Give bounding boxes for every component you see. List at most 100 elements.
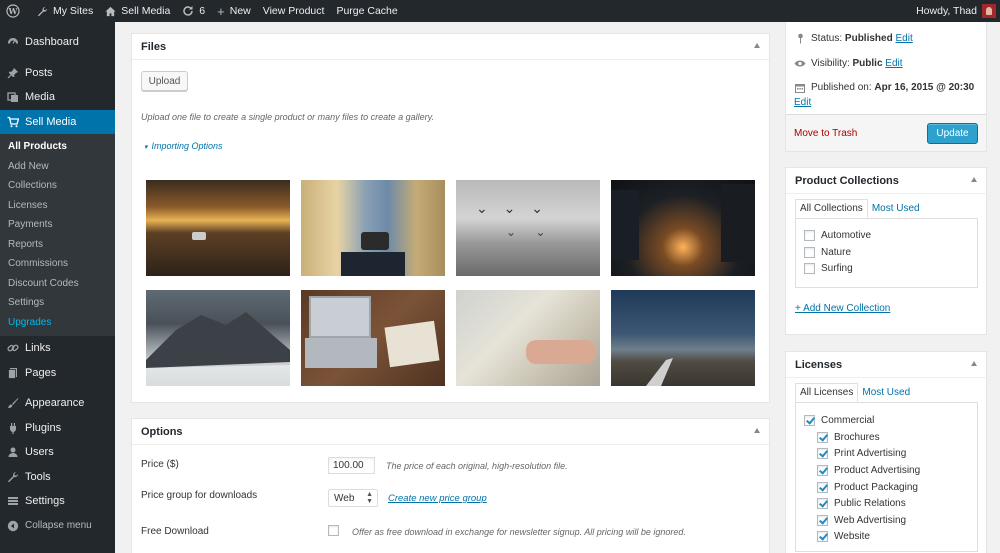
move-to-trash-link[interactable]: Move to Trash [794,128,857,139]
collection-checkbox[interactable] [804,247,815,258]
howdy-label: Howdy, Thad [916,5,977,17]
collapse-arrow-icon[interactable] [754,428,760,433]
purge-cache-link[interactable]: Purge Cache [330,0,403,22]
menu-dashboard[interactable]: Dashboard [0,30,115,55]
visibility-label: Visibility: [811,58,850,69]
gallery-photo-laptop-desk[interactable] [301,290,445,386]
gallery-photo-open-field[interactable] [611,290,755,386]
create-price-group-link[interactable]: Create new price group [388,493,487,504]
license-checkbox[interactable] [817,432,828,443]
license-item[interactable]: Brochures [817,432,880,443]
settings-icon [6,494,20,508]
collapse-menu-button[interactable]: Collapse menu [0,514,115,539]
license-checkbox[interactable] [817,482,828,493]
submenu-add-new[interactable]: Add New [0,157,115,177]
dashboard-icon [6,35,20,49]
free-download-checkbox[interactable] [328,525,339,536]
license-item-parent[interactable]: Commercial [804,415,874,426]
submenu-settings[interactable]: Settings [0,293,115,313]
gallery-photo-map-hands[interactable] [456,290,600,386]
license-checkbox[interactable] [804,415,815,426]
collection-item[interactable]: Surfing [804,263,853,274]
new-content-menu[interactable]: + New [211,0,257,22]
license-checkbox[interactable] [817,531,828,542]
gallery-photo-sunset-road[interactable] [146,180,290,276]
price-group-select[interactable]: Web ▲ ▼ [328,489,378,507]
updates-menu[interactable]: 6 [176,0,211,22]
collapse-arrow-icon[interactable] [754,43,760,48]
gallery-photo-mountains-fog[interactable] [146,290,290,386]
menu-pages[interactable]: Pages [0,361,115,386]
view-product-link[interactable]: View Product [257,0,331,22]
tab-most-used-licenses[interactable]: Most Used [858,383,914,402]
submenu-reports[interactable]: Reports [0,235,115,255]
tab-most-used-collections[interactable]: Most Used [868,199,924,218]
account-menu[interactable]: Howdy, Thad [910,0,996,22]
collapse-arrow-icon[interactable] [971,361,977,366]
license-item[interactable]: Web Advertising [817,515,906,526]
visibility-row: Visibility: Public Edit [794,58,903,69]
tab-all-licenses[interactable]: All Licenses [795,383,859,402]
licenses-header[interactable]: Licenses [786,352,986,378]
license-checkbox[interactable] [817,515,828,526]
license-checkbox[interactable] [817,465,828,476]
menu-posts[interactable]: Posts [0,61,115,86]
menu-users[interactable]: Users [0,440,115,465]
submenu-upgrades[interactable]: Upgrades [0,313,115,333]
licenses-tabs: All Licenses Most Used [795,383,914,402]
menu-plugins[interactable]: Plugins [0,416,115,441]
laptop-screen-shape [309,296,371,338]
license-checkbox[interactable] [817,448,828,459]
price-input[interactable]: 100.00 [328,457,375,474]
menu-tools[interactable]: Tools [0,465,115,490]
wordpress-logo-menu[interactable]: W [0,0,31,22]
license-item[interactable]: Website [817,531,870,542]
edit-status-link[interactable]: Edit [896,33,913,44]
submenu-discount-codes[interactable]: Discount Codes [0,274,115,294]
collapse-arrow-icon[interactable] [971,177,977,182]
submenu-collections[interactable]: Collections [0,176,115,196]
product-collections-header[interactable]: Product Collections [786,168,986,194]
price-group-value: Web [334,492,355,504]
edit-date-link[interactable]: Edit [794,97,811,108]
tab-all-collections[interactable]: All Collections [795,199,868,218]
menu-appearance[interactable]: Appearance [0,391,115,416]
license-item[interactable]: Print Advertising [817,448,906,459]
menu-links[interactable]: Links [0,336,115,361]
menu-settings[interactable]: Settings [0,489,115,514]
my-sites-menu[interactable]: My Sites [31,0,99,22]
submenu-payments[interactable]: Payments [0,215,115,235]
update-button[interactable]: Update [927,123,978,144]
files-header[interactable]: Files [132,34,769,60]
menu-dashboard-label: Dashboard [25,36,79,49]
free-download-label: Free Download [141,526,209,537]
jeep-shape [192,232,206,240]
collapse-menu-label: Collapse menu [25,520,92,532]
license-item[interactable]: Public Relations [817,498,906,509]
menu-media[interactable]: Media [0,85,115,110]
add-new-collection-link[interactable]: + Add New Collection [795,303,890,314]
collection-checkbox[interactable] [804,230,815,241]
submenu-all-products[interactable]: All Products [0,137,115,157]
importing-options-toggle[interactable]: ▾ Importing Options [144,141,223,151]
link-icon [6,341,20,355]
gallery-photo-birds-water[interactable]: ⌄ ⌄ ⌄ ⌄ ⌄ [456,180,600,276]
submenu-commissions[interactable]: Commissions [0,254,115,274]
collection-checkbox[interactable] [804,263,815,274]
collection-item[interactable]: Automotive [804,230,871,241]
menu-sell-media[interactable]: Sell Media [0,109,115,134]
license-item[interactable]: Product Advertising [817,465,920,476]
site-name-menu[interactable]: Sell Media [99,0,176,22]
license-item[interactable]: Product Packaging [817,482,918,493]
license-checkbox[interactable] [817,498,828,509]
license-label: Print Advertising [834,448,907,459]
refresh-icon [182,5,194,17]
license-label: Public Relations [834,498,906,509]
submenu-licenses[interactable]: Licenses [0,196,115,216]
edit-visibility-link[interactable]: Edit [885,58,902,69]
options-header[interactable]: Options [132,419,769,445]
upload-button[interactable]: Upload [141,71,188,91]
gallery-photo-camera-woman[interactable] [301,180,445,276]
gallery-photo-city-night[interactable] [611,180,755,276]
collection-item[interactable]: Nature [804,247,851,258]
